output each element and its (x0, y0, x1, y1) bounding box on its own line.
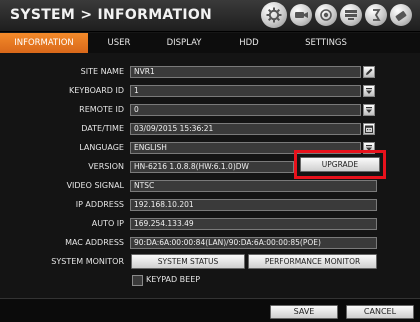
storage-icon[interactable] (390, 4, 412, 26)
version-label: VERSION (88, 162, 124, 171)
window-title: SYSTEM > INFORMATION (10, 7, 213, 23)
mac-address-value: 90:DA:6A:00:00:84(LAN)/90:DA:6A:00:00:85… (130, 237, 377, 249)
record-icon[interactable] (315, 4, 337, 26)
system-information-window: SYSTEM > INFORMATION INFORMATION USER DI… (0, 0, 420, 322)
gear-icon[interactable] (261, 2, 287, 28)
keyboard-id-field[interactable]: 1 (130, 85, 361, 97)
toolbar-icons (261, 2, 412, 28)
system-monitor-label: SYSTEM MONITOR (51, 257, 124, 266)
datetime-label: DATE/TIME (81, 124, 124, 133)
keypad-beep-checkbox[interactable] (132, 275, 143, 286)
performance-monitor-button[interactable]: PERFORMANCE MONITOR (248, 254, 377, 269)
cancel-button[interactable]: CANCEL (346, 305, 414, 319)
tab-information[interactable]: INFORMATION (0, 33, 88, 53)
datetime-field[interactable]: 03/09/2015 15:36:21 (130, 123, 361, 135)
video-signal-value: NTSC (130, 180, 377, 192)
site-name-field[interactable]: NVR1 (130, 66, 361, 78)
remote-id-label: REMOTE ID (79, 105, 124, 114)
calendar-icon[interactable] (363, 123, 375, 135)
site-name-label: SITE NAME (80, 67, 124, 76)
tab-hdd[interactable]: HDD (218, 33, 280, 53)
dropdown-arrow-icon[interactable] (363, 104, 375, 116)
keyboard-id-label: KEYBOARD ID (69, 86, 124, 95)
save-button[interactable]: SAVE (270, 305, 338, 319)
video-signal-label: VIDEO SIGNAL (66, 181, 124, 190)
tab-display[interactable]: DISPLAY (150, 33, 218, 53)
system-status-button[interactable]: SYSTEM STATUS (131, 254, 245, 269)
footer-bar: SAVE CANCEL (0, 298, 420, 322)
mac-address-label: MAC ADDRESS (65, 238, 124, 247)
tab-user[interactable]: USER (88, 33, 150, 53)
auto-ip-value: 169.254.133.49 (130, 218, 377, 230)
tab-bar: INFORMATION USER DISPLAY HDD SETTINGS (0, 33, 420, 53)
upgrade-highlight-box (294, 150, 386, 179)
keypad-beep-label: KEYPAD BEEP (146, 275, 201, 284)
language-label: LANGUAGE (79, 143, 124, 152)
auto-ip-label: AUTO IP (91, 219, 124, 228)
ip-address-value: 192.168.10.201 (130, 199, 377, 211)
camera-icon[interactable] (290, 4, 312, 26)
event-icon[interactable] (365, 4, 387, 26)
title-bar: SYSTEM > INFORMATION (0, 0, 420, 32)
dropdown-arrow-icon[interactable] (363, 85, 375, 97)
tab-settings[interactable]: SETTINGS (280, 33, 372, 53)
network-icon[interactable] (340, 4, 362, 26)
version-value: HN-6216 1.0.8.8(HW:6.1.0)DW (130, 161, 294, 173)
remote-id-field[interactable]: 0 (130, 104, 361, 116)
ip-address-label: IP ADDRESS (75, 200, 124, 209)
edit-pencil-icon[interactable] (363, 66, 375, 78)
